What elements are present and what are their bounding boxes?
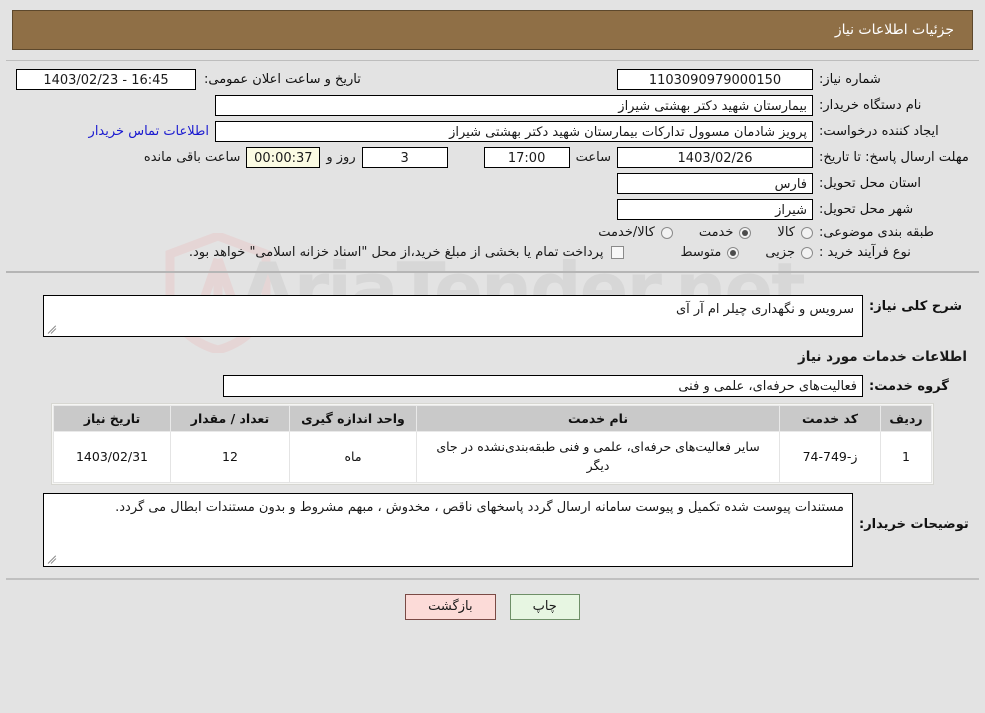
cell-row-no: 1 xyxy=(880,431,932,483)
need-number-label: شماره نیاز: xyxy=(819,72,881,87)
deadline-row: مهلت ارسال پاسخ: تا تاریخ: 1403/02/26 سا… xyxy=(6,147,979,168)
purchase-type-option-motevaset[interactable]: متوسط xyxy=(680,245,740,260)
footer-button-bar: بازگشت چاپ xyxy=(0,593,985,620)
page-title: جزئیات اطلاعات نیاز xyxy=(834,22,954,38)
deadline-label: مهلت ارسال پاسخ: تا تاریخ: xyxy=(819,149,969,165)
buyer-org-value: بیمارستان شهید دکتر بهشتی شیراز xyxy=(215,95,813,116)
city-label: شهر محل تحویل: xyxy=(819,202,914,217)
resize-grip-icon[interactable] xyxy=(47,324,57,334)
category-option-khedmat[interactable]: خدمت xyxy=(699,225,752,240)
radio-icon[interactable] xyxy=(660,226,673,239)
buyer-org-row: نام دستگاه خریدار: بیمارستان شهید دکتر ب… xyxy=(6,95,979,116)
days-remaining-value: 3 xyxy=(361,147,448,168)
city-row: شهر محل تحویل: شیراز xyxy=(6,199,979,220)
items-table-wrapper: ردیف کد خدمت نام خدمت واحد اندازه گیری ت… xyxy=(51,403,934,485)
buyer-notes-value: مستندات پیوست شده تکمیل و پیوست سامانه ا… xyxy=(115,499,844,515)
th-service-name: نام خدمت xyxy=(416,405,780,432)
buyer-contact-link[interactable]: اطلاعات تماس خریدار xyxy=(83,124,215,139)
deadline-time-value: 17:00 xyxy=(483,147,570,168)
purchase-type-option-label: جزیی xyxy=(765,245,795,260)
creator-row: ایجاد کننده درخواست: پرویز شادمان مسوول … xyxy=(6,121,979,142)
page-header: جزئیات اطلاعات نیاز xyxy=(12,10,973,50)
general-description-row: شرح کلی نیاز: سرویس و نگهداری چیلر ام آر… xyxy=(6,295,979,337)
need-info-panel: شماره نیاز: 1103090979000150 تاریخ و ساع… xyxy=(6,60,979,273)
th-quantity: تعداد / مقدار xyxy=(170,405,290,432)
th-service-code: کد خدمت xyxy=(779,405,881,432)
radio-icon[interactable] xyxy=(739,226,752,239)
creator-value: پرویز شادمان مسوول تدارکات بیمارستان شهی… xyxy=(215,121,813,142)
buyer-org-label: نام دستگاه خریدار: xyxy=(819,98,922,113)
print-button[interactable]: چاپ xyxy=(509,593,580,620)
category-row: طبقه بندی موضوعی: کالا خدمت کالا/خدمت xyxy=(6,225,979,240)
category-option-label: کالا xyxy=(777,225,795,240)
th-need-date: تاریخ نیاز xyxy=(53,405,171,432)
purchase-type-row: نوع فرآیند خرید : جزیی متوسط پرداخت تمام… xyxy=(6,245,979,260)
cell-service-name: سایر فعالیت‌های حرفه‌ای، علمی و فنی طبقه… xyxy=(416,431,780,483)
radio-icon[interactable] xyxy=(727,246,740,259)
general-description-box[interactable]: سرویس و نگهداری چیلر ام آر آی xyxy=(43,295,863,337)
countdown-timer: 00:00:37 xyxy=(246,147,321,168)
resize-grip-icon[interactable] xyxy=(47,554,57,564)
days-unit-label: روز و xyxy=(326,150,356,165)
table-header-row: ردیف کد خدمت نام خدمت واحد اندازه گیری ت… xyxy=(53,405,932,432)
th-row-no: ردیف xyxy=(880,405,932,432)
buyer-notes-row: توضیحات خریدار: مستندات پیوست شده تکمیل … xyxy=(6,492,979,567)
footer-divider xyxy=(6,577,979,580)
radio-icon[interactable] xyxy=(801,226,813,239)
radio-icon[interactable] xyxy=(801,246,813,259)
creator-label: ایجاد کننده درخواست: xyxy=(819,124,939,139)
province-row: استان محل تحویل: فارس xyxy=(6,173,979,194)
services-section-title: اطلاعات خدمات مورد نیاز xyxy=(797,349,967,365)
need-number-value: 1103090979000150 xyxy=(617,69,813,90)
items-table: ردیف کد خدمت نام خدمت واحد اندازه گیری ت… xyxy=(53,405,932,483)
purchase-type-option-label: متوسط xyxy=(680,245,722,260)
treasury-checkbox-item[interactable]: پرداخت تمام یا بخشی از مبلغ خرید،از محل … xyxy=(189,245,625,260)
cell-quantity: 12 xyxy=(170,431,290,483)
category-option-kala-khedmat[interactable]: کالا/خدمت xyxy=(598,225,673,240)
service-group-value: فعالیت‌های حرفه‌ای، علمی و فنی xyxy=(223,375,863,397)
deadline-date-value: 1403/02/26 xyxy=(617,147,813,168)
cell-service-code: ز-749-74 xyxy=(779,431,881,483)
announce-datetime-label: تاریخ و ساعت اعلان عمومی: xyxy=(204,72,361,87)
purchase-type-radio-group: جزیی متوسط xyxy=(654,245,813,260)
province-label: استان محل تحویل: xyxy=(819,176,921,191)
announce-datetime-value: 16:45 - 1403/02/23 xyxy=(16,69,196,90)
deadline-time-label: ساعت xyxy=(575,150,611,165)
buyer-notes-box[interactable]: مستندات پیوست شده تکمیل و پیوست سامانه ا… xyxy=(43,492,853,567)
general-description-value: سرویس و نگهداری چیلر ام آر آی xyxy=(675,302,854,317)
category-radio-group: کالا خدمت کالا/خدمت xyxy=(572,225,813,240)
cell-unit: ماه xyxy=(289,431,417,483)
back-button[interactable]: بازگشت xyxy=(405,593,496,620)
th-unit: واحد اندازه گیری xyxy=(289,405,417,432)
general-description-label: شرح کلی نیاز: xyxy=(869,299,963,314)
table-row: 1 ز-749-74 سایر فعالیت‌های حرفه‌ای، علمی… xyxy=(53,431,932,483)
description-panel: شرح کلی نیاز: سرویس و نگهداری چیلر ام آر… xyxy=(6,283,979,578)
treasury-checkbox-label: پرداخت تمام یا بخشی از مبلغ خرید،از محل … xyxy=(188,245,604,260)
category-option-label: خدمت xyxy=(698,225,734,240)
checkbox-icon[interactable] xyxy=(611,246,625,259)
purchase-type-option-jozii[interactable]: جزیی xyxy=(765,245,813,260)
service-group-row: گروه خدمت: فعالیت‌های حرفه‌ای، علمی و فن… xyxy=(6,375,979,397)
category-option-label: کالا/خدمت xyxy=(598,225,655,240)
cell-need-date: 1403/02/31 xyxy=(53,431,171,483)
province-value: فارس xyxy=(617,173,813,194)
category-option-kala[interactable]: کالا xyxy=(777,225,813,240)
buyer-notes-label: توضیحات خریدار: xyxy=(859,516,969,532)
countdown-suffix-label: ساعت باقی مانده xyxy=(143,150,241,165)
category-label: طبقه بندی موضوعی: xyxy=(819,225,935,240)
service-group-label: گروه خدمت: xyxy=(869,378,949,394)
need-number-row: شماره نیاز: 1103090979000150 تاریخ و ساع… xyxy=(6,69,979,90)
city-value: شیراز xyxy=(617,199,813,220)
purchase-type-label: نوع فرآیند خرید : xyxy=(819,245,911,260)
